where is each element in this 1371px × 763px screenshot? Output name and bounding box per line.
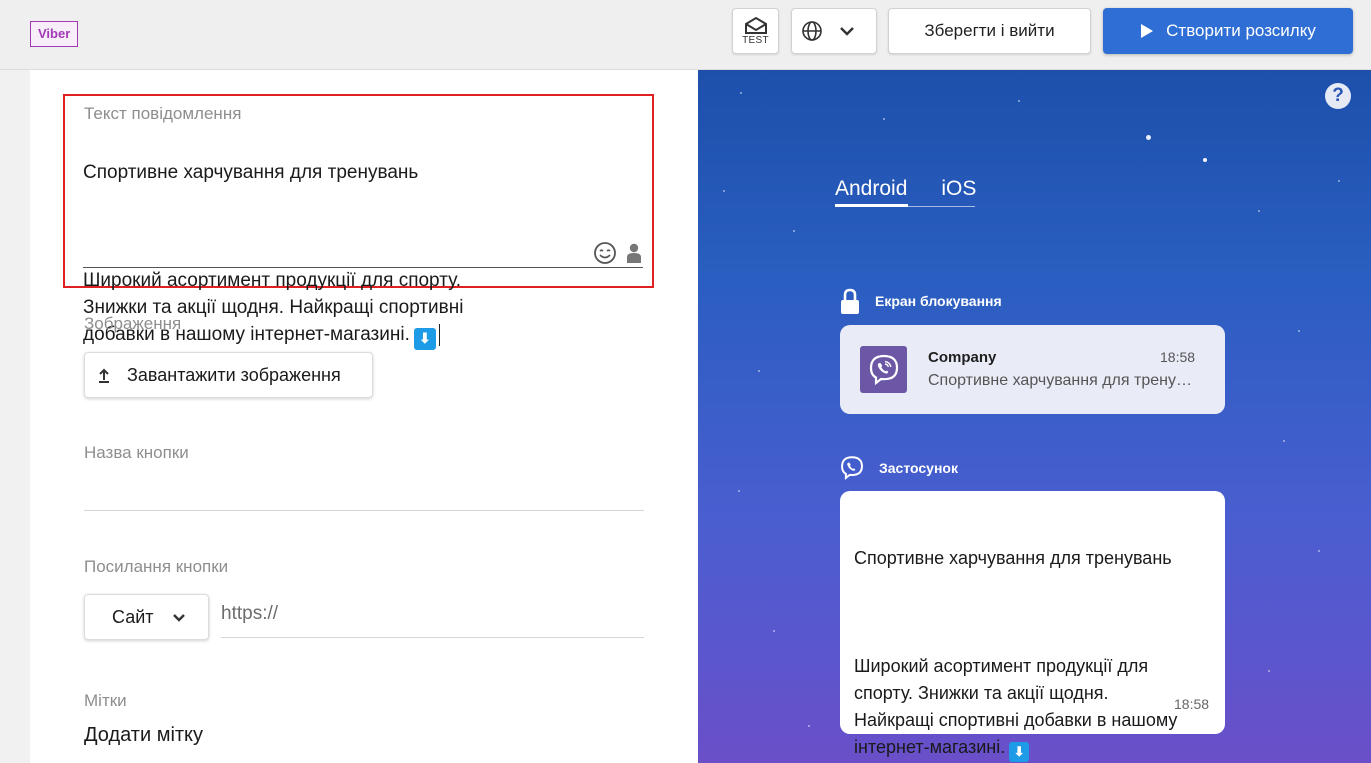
save-and-exit-button[interactable]: Зберегти і вийти: [888, 8, 1091, 54]
viber-logo-icon: [869, 354, 898, 385]
text-cursor: [438, 323, 440, 346]
notification-time: 18:58: [1160, 349, 1196, 365]
star: [773, 630, 775, 632]
lock-screen-notification: Company 18:58 Спортивне харчування для т…: [840, 325, 1225, 414]
message-bubble: Спортивне харчування для тренувань Широк…: [840, 491, 1225, 762]
notification-text: Спортивне харчування для тренувань: [928, 372, 1200, 389]
star: [1258, 210, 1260, 212]
message-preview: ? Android iOS Екран блокування Company 1…: [698, 70, 1371, 763]
platform-tabs: Android iOS: [835, 177, 976, 206]
star: [883, 118, 885, 120]
add-tag-button[interactable]: Додати мітку: [84, 724, 203, 747]
active-tab-indicator: [835, 204, 908, 207]
star: [758, 370, 760, 372]
star: [1283, 440, 1285, 442]
bubble-text: Спортивне харчування для тренувань Широк…: [854, 518, 1214, 762]
notification-sender: Company: [928, 349, 997, 366]
app-section-title: Застосунок: [879, 460, 958, 476]
bubble-title: Спортивне харчування для тренувань: [854, 548, 1172, 568]
bubble-time: 18:58: [1174, 696, 1210, 712]
button-url-underline: [221, 637, 644, 638]
play-icon: [1141, 24, 1154, 38]
down-arrow-emoji: ⬇: [1009, 741, 1030, 762]
down-arrow-emoji: ⬇: [413, 327, 436, 350]
star: [1298, 330, 1300, 332]
star: [793, 230, 795, 232]
lock-icon: [841, 288, 859, 314]
viber-app-icon: [860, 346, 907, 393]
star: [1318, 550, 1320, 552]
star: [1268, 670, 1270, 672]
star: [1203, 158, 1207, 162]
globe-icon: [802, 21, 822, 41]
button-url-input[interactable]: [221, 599, 641, 629]
help-icon[interactable]: ?: [1325, 83, 1351, 109]
lock-screen-title: Екран блокування: [875, 293, 1002, 309]
chevron-down-icon: [840, 27, 854, 36]
message-title-line: Спортивне харчування для тренувань: [83, 162, 419, 183]
tab-android[interactable]: Android: [835, 177, 907, 206]
language-dropdown[interactable]: [791, 8, 877, 54]
test-send-button[interactable]: TEST: [732, 8, 779, 54]
link-type-value: Сайт: [112, 606, 154, 627]
emoji-picker-icon[interactable]: [593, 241, 617, 265]
message-text-label: Текст повідомлення: [84, 104, 242, 123]
create-campaign-button[interactable]: Створити розсилку: [1103, 8, 1353, 54]
test-label: TEST: [742, 35, 769, 46]
chevron-down-icon: [172, 613, 185, 622]
star: [740, 92, 742, 94]
star: [808, 725, 810, 727]
viber-small-icon: [841, 456, 863, 481]
button-name-input[interactable]: [84, 510, 644, 511]
button-name-label: Назва кнопки: [84, 443, 189, 462]
create-campaign-label: Створити розсилку: [1166, 21, 1316, 40]
tags-label: Мітки: [84, 691, 127, 710]
star: [1018, 100, 1020, 102]
message-editor: Текст повідомлення Спортивне харчування …: [30, 70, 698, 763]
personalization-icon[interactable]: [627, 243, 641, 263]
envelope-icon: [744, 16, 767, 34]
link-type-select[interactable]: Сайт: [84, 594, 209, 640]
message-text-underline: [83, 267, 643, 268]
upload-icon: [99, 368, 109, 383]
star: [723, 190, 725, 192]
star: [1146, 135, 1151, 140]
button-link-label: Посилання кнопки: [84, 557, 229, 576]
channel-badge: Viber: [30, 21, 79, 47]
image-label: Зображення: [84, 314, 182, 333]
star: [1338, 180, 1340, 182]
upload-image-button[interactable]: Завантажити зображення: [84, 352, 373, 398]
top-bar: Viber TEST Зберегти і вийти Створити роз…: [0, 0, 1371, 70]
upload-image-label: Завантажити зображення: [127, 364, 341, 385]
star: [738, 490, 740, 492]
tab-ios[interactable]: iOS: [941, 177, 976, 206]
